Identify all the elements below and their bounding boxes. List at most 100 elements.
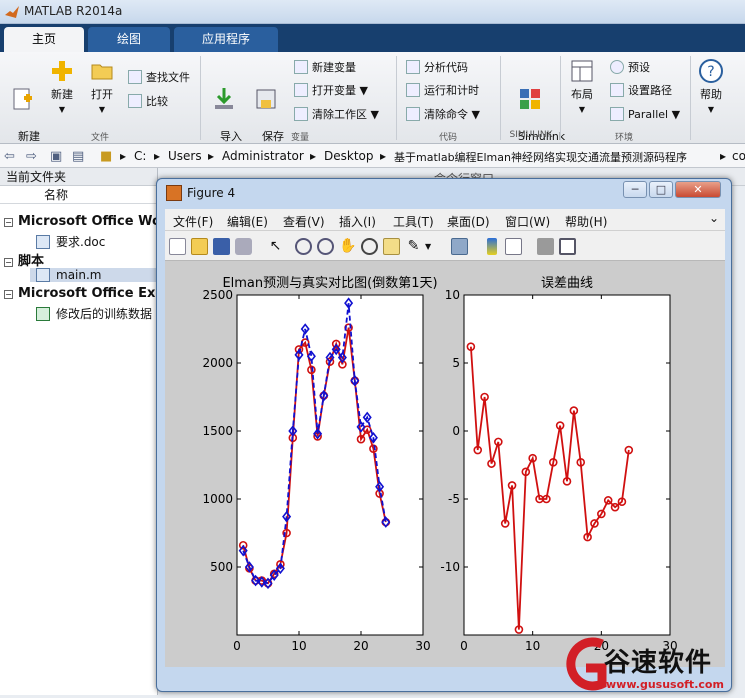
watermark-brand: 谷速软件 bbox=[604, 648, 713, 678]
back-arrow-icon[interactable]: ⇦ bbox=[4, 149, 15, 164]
collapse-icon[interactable]: − bbox=[4, 258, 13, 267]
open-button[interactable]: 打开 ▼ bbox=[84, 58, 120, 117]
new-variable-icon bbox=[294, 60, 308, 74]
address-bar: ⇦ ⇨ ▣ ▤ ■ ▸ C: ▸ Users ▸ Administrator ▸… bbox=[0, 144, 745, 168]
open-variable-button[interactable]: 打开变量 ▼ bbox=[294, 83, 368, 98]
new-figure-icon[interactable] bbox=[169, 238, 186, 255]
figure-window[interactable]: Figure 4 ─ □ ✕ 文件(F) 编辑(E) 查看(V) 插入(I) 工… bbox=[156, 178, 732, 692]
open-variable-icon bbox=[294, 83, 308, 97]
zoom-in-icon[interactable] bbox=[295, 238, 312, 255]
tab-apps[interactable]: 应用程序 bbox=[174, 27, 278, 52]
figure-title: Figure 4 bbox=[187, 186, 236, 200]
folder-open-icon bbox=[91, 64, 113, 80]
group-script[interactable]: − 脚本 bbox=[4, 250, 44, 269]
parallel-button[interactable]: Parallel ▼ bbox=[610, 107, 680, 122]
menu-view[interactable]: 查看(V) bbox=[283, 213, 325, 230]
menubar-dock-arrow-icon[interactable]: ⌄ bbox=[709, 211, 719, 225]
menu-insert[interactable]: 插入(I) bbox=[339, 213, 376, 230]
set-path-button[interactable]: 设置路径 bbox=[610, 83, 672, 98]
menu-edit[interactable]: 编辑(E) bbox=[227, 213, 268, 230]
group-label-environment: 环境 bbox=[614, 133, 633, 143]
save-icon[interactable] bbox=[213, 238, 230, 255]
y-tick-label: -10 bbox=[440, 560, 460, 574]
analyze-code-button[interactable]: 分析代码 bbox=[406, 60, 468, 75]
brush-icon[interactable]: ✎ bbox=[405, 238, 422, 255]
pointer-icon[interactable]: ↖ bbox=[267, 238, 284, 255]
show-plot-tools-icon[interactable] bbox=[559, 238, 576, 255]
run-time-icon bbox=[406, 83, 420, 97]
close-button[interactable]: ✕ bbox=[675, 181, 721, 198]
chart-title: 误差曲线 bbox=[541, 276, 593, 291]
group-excel[interactable]: − Microsoft Office Excel bbox=[4, 286, 176, 301]
x-tick-label: 0 bbox=[233, 639, 241, 653]
layout-button[interactable]: 布局 ▼ bbox=[564, 58, 600, 117]
help-button[interactable]: ? 帮助 ▼ bbox=[694, 58, 728, 117]
browse-folder-icon[interactable]: ▤ bbox=[72, 149, 84, 164]
hide-plot-tools-icon[interactable] bbox=[537, 238, 554, 255]
y-tick-label: 500 bbox=[210, 560, 233, 574]
preferences-button[interactable]: 预设 bbox=[610, 60, 650, 75]
colorbar-icon[interactable] bbox=[487, 238, 497, 255]
rotate-icon[interactable] bbox=[361, 238, 378, 255]
app-title-bar: MATLAB R2014a bbox=[0, 0, 745, 24]
figure-menubar: 文件(F) 编辑(E) 查看(V) 插入(I) 工具(T) 桌面(D) 窗口(W… bbox=[165, 209, 725, 231]
group-label-file: 文件 bbox=[90, 133, 109, 143]
group-label-simulink: SIMULINK bbox=[509, 130, 553, 140]
axes-left[interactable]: Elman预测与真实对比图(倒数第1天) 0 10 20 30 500 1000 1500 20… bbox=[202, 276, 437, 653]
find-files-button[interactable]: 查找文件 bbox=[128, 70, 190, 85]
list-item-selected[interactable]: main.m bbox=[30, 268, 158, 282]
excel-icon bbox=[36, 307, 50, 321]
tab-home[interactable]: 主页 bbox=[4, 27, 84, 52]
zoom-out-icon[interactable] bbox=[317, 238, 334, 255]
compare-button[interactable]: 比较 bbox=[128, 94, 168, 109]
import-arrow-icon bbox=[215, 88, 233, 109]
menu-tools[interactable]: 工具(T) bbox=[393, 213, 434, 230]
run-and-time-button[interactable]: 运行和计时 bbox=[406, 83, 479, 98]
up-folder-icon[interactable]: ▣ bbox=[50, 149, 62, 164]
figure-canvas[interactable]: Elman预测与真实对比图(倒数第1天) 0 10 20 30 500 1000 1500 20… bbox=[165, 261, 725, 667]
y-tick-label: 2000 bbox=[202, 356, 233, 370]
breadcrumb-item[interactable]: Desktop bbox=[324, 149, 374, 163]
app-title: MATLAB R2014a bbox=[24, 4, 123, 18]
group-label-variable: 变量 bbox=[290, 133, 309, 143]
clear-commands-button[interactable]: 清除命令 ▼ bbox=[406, 107, 480, 122]
x-tick-label: 10 bbox=[291, 639, 306, 653]
brush-dropdown-icon[interactable]: ▼ bbox=[425, 238, 442, 255]
breadcrumb-item[interactable]: 基于matlab编程Elman神经网络实现交通流量预测源码程序 bbox=[394, 149, 687, 165]
new-variable-button[interactable]: 新建变量 bbox=[294, 60, 356, 75]
group-label-code: 代码 bbox=[438, 133, 457, 143]
open-file-icon[interactable] bbox=[191, 238, 208, 255]
pan-hand-icon[interactable]: ✋ bbox=[339, 238, 356, 255]
group-word[interactable]: − Microsoft Office Word bbox=[4, 214, 177, 229]
list-item[interactable]: 要求.doc bbox=[36, 233, 105, 250]
svg-text:?: ? bbox=[707, 64, 714, 80]
list-item[interactable]: 修改后的训练数据 bbox=[36, 305, 152, 322]
y-tick-label: 5 bbox=[452, 356, 460, 370]
breadcrumb-item[interactable]: C: bbox=[134, 149, 146, 163]
maximize-button[interactable]: □ bbox=[649, 181, 673, 198]
menu-desktop[interactable]: 桌面(D) bbox=[447, 213, 490, 230]
print-icon[interactable] bbox=[235, 238, 252, 255]
minimize-button[interactable]: ─ bbox=[623, 181, 647, 198]
forward-arrow-icon[interactable]: ⇨ bbox=[26, 149, 37, 164]
data-cursor-icon[interactable] bbox=[383, 238, 400, 255]
axes-right[interactable]: 误差曲线0 10 20 301050-5-10 bbox=[440, 276, 677, 653]
tab-plots[interactable]: 绘图 bbox=[88, 27, 170, 52]
clear-workspace-button[interactable]: 清除工作区 ▼ bbox=[294, 107, 379, 122]
ribbon-tab-strip: 主页 绘图 应用程序 bbox=[0, 24, 745, 52]
new-button[interactable]: 新建 ▼ bbox=[44, 58, 80, 117]
breadcrumb-item[interactable]: Users bbox=[168, 149, 202, 163]
name-column-header[interactable]: 名称 bbox=[0, 186, 157, 204]
clear-workspace-icon bbox=[294, 107, 308, 121]
collapse-icon[interactable]: − bbox=[4, 290, 13, 299]
menu-window[interactable]: 窗口(W) bbox=[505, 213, 550, 230]
x-tick-label: 0 bbox=[460, 639, 468, 653]
link-plot-icon[interactable] bbox=[451, 238, 468, 255]
breadcrumb-item[interactable]: co bbox=[732, 149, 745, 163]
menu-file[interactable]: 文件(F) bbox=[173, 213, 213, 230]
breadcrumb-item[interactable]: Administrator bbox=[222, 149, 304, 163]
new-plus-icon bbox=[52, 61, 72, 81]
collapse-icon[interactable]: − bbox=[4, 218, 13, 227]
menu-help[interactable]: 帮助(H) bbox=[565, 213, 607, 230]
legend-icon[interactable] bbox=[505, 238, 522, 255]
